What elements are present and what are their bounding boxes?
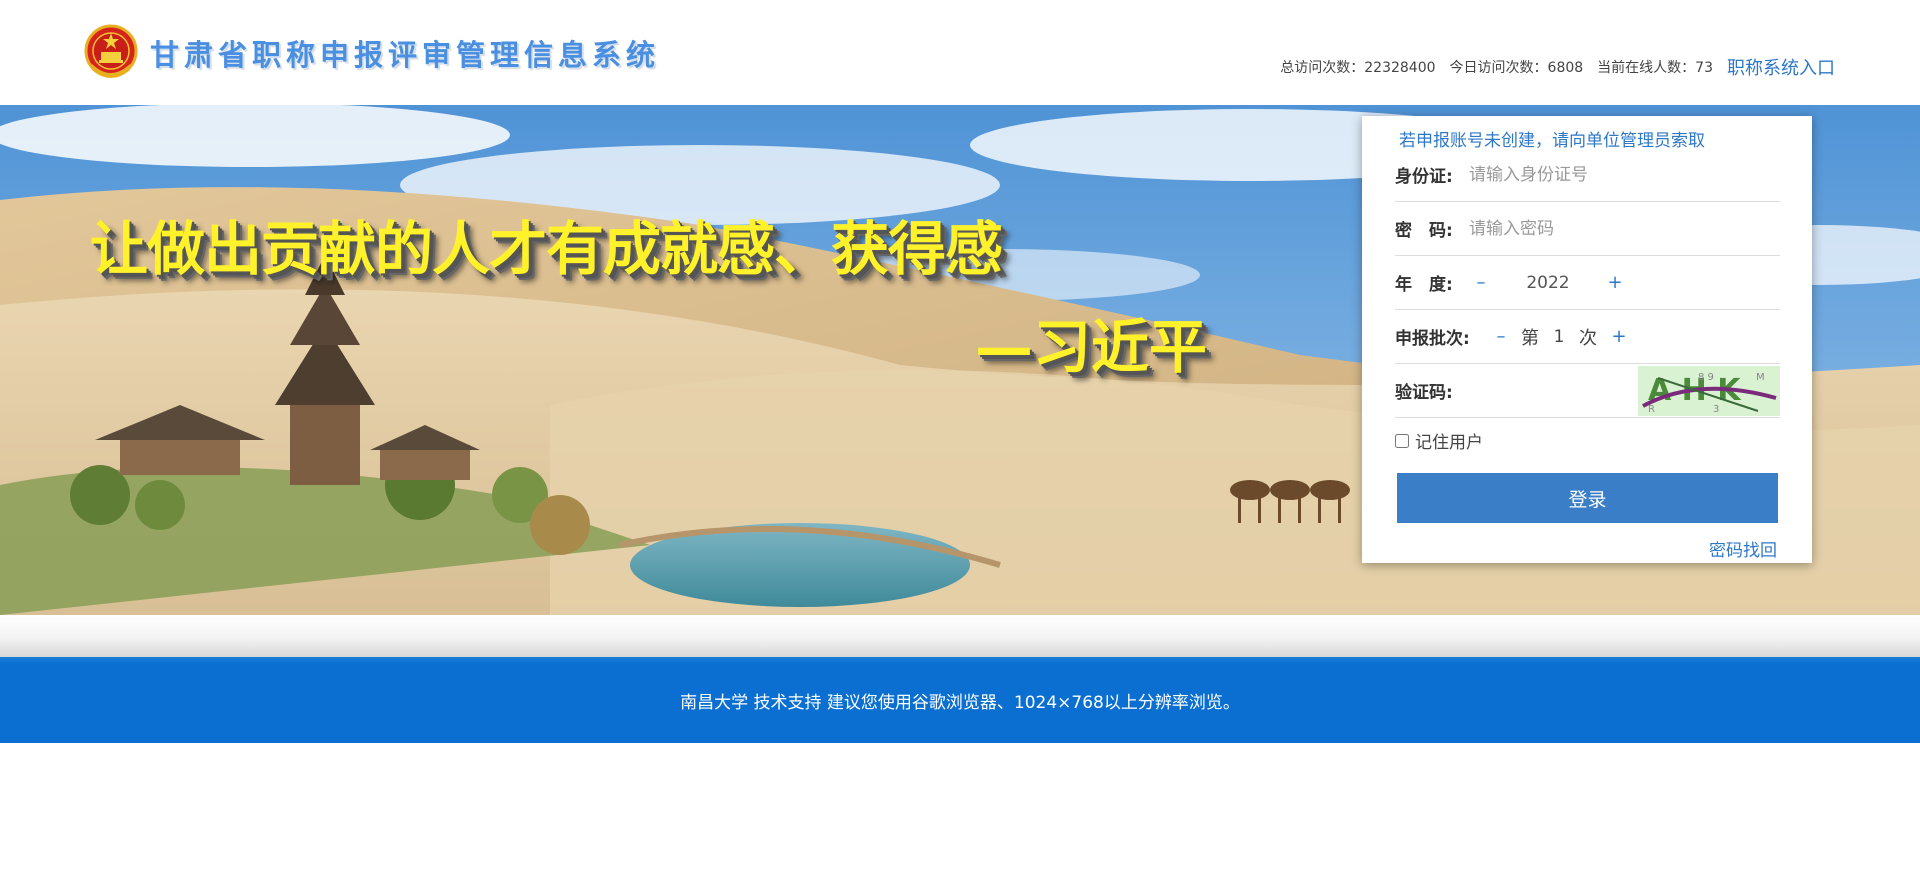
captcha-label: 验证码: — [1395, 383, 1453, 403]
password-input[interactable] — [1469, 218, 1769, 239]
id-row: 身份证: — [1395, 148, 1780, 202]
captcha-row: 验证码: A H K 8 9 M R 3 — [1395, 364, 1780, 418]
id-label: 身份证: — [1395, 167, 1453, 187]
password-label: 密 码: — [1395, 221, 1453, 241]
slogan-line1: 让做出贡献的人才有成就感、获得感 — [90, 215, 1003, 283]
site-title: 甘肃省职称申报评审管理信息系统 — [150, 38, 661, 72]
slogan-attribution: —习近平 — [975, 313, 1208, 381]
login-panel: 若申报账号未创建，请向单位管理员索取 身份证: 密 码: 年 度: – 2022… — [1362, 116, 1812, 563]
year-label: 年 度: — [1395, 275, 1453, 295]
batch-increment-button[interactable]: + — [1607, 326, 1631, 347]
svg-text:8 9: 8 9 — [1698, 372, 1714, 383]
password-row: 密 码: — [1395, 202, 1780, 256]
login-button[interactable]: 登录 — [1397, 473, 1778, 523]
batch-display: 第 1 次 — [1513, 324, 1597, 350]
online-users: 当前在线人数：73 — [1597, 60, 1713, 76]
year-row: 年 度: – 2022 + — [1395, 256, 1780, 310]
batch-row: 申报批次: – 第 1 次 + — [1395, 310, 1780, 364]
batch-label: 申报批次: — [1395, 329, 1470, 349]
site-footer: 南昌大学 技术支持 建议您使用谷歌浏览器、1024×768以上分辨率浏览。 — [0, 657, 1920, 743]
svg-text:R: R — [1648, 404, 1655, 415]
password-recovery-link[interactable]: 密码找回 — [1709, 536, 1777, 561]
batch-decrement-button[interactable]: – — [1489, 326, 1513, 347]
remember-user-checkbox[interactable] — [1395, 433, 1409, 448]
svg-text:M: M — [1756, 372, 1765, 383]
captcha-image[interactable]: A H K 8 9 M R 3 — [1638, 366, 1780, 416]
site-header: 甘肃省职称申报评审管理信息系统 总访问次数：22328400 今日访问次数：68… — [0, 0, 1920, 105]
batch-value: 1 — [1553, 326, 1565, 347]
divider-band — [0, 615, 1920, 657]
title-system-entry-link[interactable]: 职称系统入口 — [1727, 54, 1835, 80]
today-visits: 今日访问次数：6808 — [1449, 60, 1584, 76]
year-value: 2022 — [1526, 272, 1570, 293]
visit-stats: 总访问次数：22328400 今日访问次数：6808 当前在线人数：73 职称系… — [1280, 54, 1835, 80]
remember-user[interactable]: 记住用户 — [1395, 428, 1483, 453]
national-emblem-icon — [84, 24, 138, 78]
svg-text:3: 3 — [1713, 404, 1719, 415]
year-decrement-button[interactable]: – — [1469, 272, 1493, 293]
year-increment-button[interactable]: + — [1603, 272, 1627, 293]
total-visits: 总访问次数：22328400 — [1280, 60, 1436, 76]
id-number-input[interactable] — [1469, 164, 1769, 185]
batch-prefix: 第 — [1521, 327, 1539, 349]
batch-suffix: 次 — [1579, 327, 1597, 349]
footer-text: 南昌大学 技术支持 建议您使用谷歌浏览器、1024×768以上分辨率浏览。 — [680, 692, 1240, 713]
captcha-input[interactable] — [1469, 380, 1629, 401]
remember-user-label: 记住用户 — [1415, 433, 1483, 453]
